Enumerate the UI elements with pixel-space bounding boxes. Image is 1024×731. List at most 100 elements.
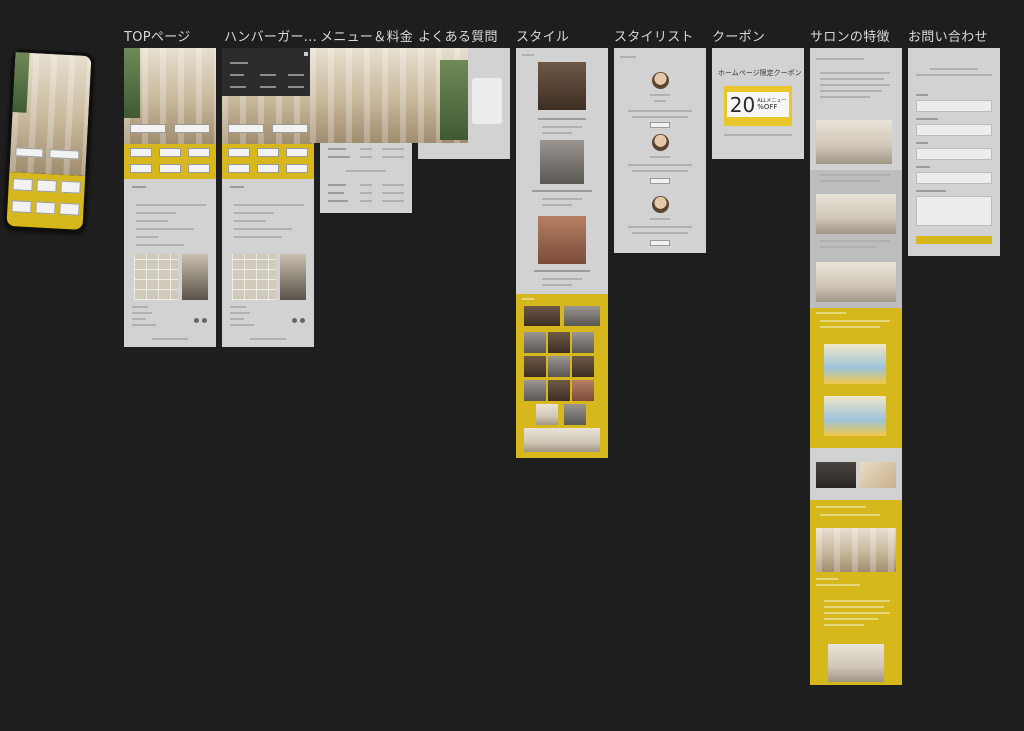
hamburger-hero-button[interactable] [228,124,264,133]
gallery-thumbnail[interactable] [548,380,570,401]
hamburger-nav-button[interactable] [286,164,308,173]
frame-contact[interactable] [908,48,1000,256]
top-nav-button[interactable] [159,148,181,157]
hamburger-menu-item[interactable] [260,86,276,88]
hamburger-menu-item[interactable] [230,86,246,88]
frame-label-menu[interactable]: メニュー＆料金 [320,26,413,45]
hamburger-nav-button[interactable] [257,164,279,173]
frame-features[interactable] [810,48,902,685]
phone-mockup [3,48,95,234]
hamburger-nav-button[interactable] [286,148,308,157]
gallery-thumbnail[interactable] [548,332,570,353]
gallery-thumbnail[interactable] [524,380,546,401]
frame-label-contact[interactable]: お問い合わせ [908,26,988,45]
contact-address-field[interactable] [916,148,992,160]
top-nav-button[interactable] [188,164,210,173]
frame-style[interactable] [516,48,608,458]
frame-label-style[interactable]: スタイル [516,26,569,45]
frame-label-features[interactable]: サロンの特徴 [810,26,890,45]
contact-email-field[interactable] [916,124,992,136]
hamburger-menu-item[interactable] [288,74,304,76]
top-nav-button[interactable] [130,148,152,157]
top-nav-button[interactable] [130,164,152,173]
top-hero-button-contact[interactable] [174,124,210,133]
line-icon[interactable] [202,318,207,323]
phone-hero-button-2[interactable] [49,149,80,160]
frame-hamburger[interactable] [222,48,314,347]
hamburger-menu-overlay [222,48,312,96]
phone-hero-button-1[interactable] [15,147,44,158]
top-address-line [132,318,146,320]
hamburger-menu-item[interactable] [260,74,276,76]
coupon-card[interactable]: 20 ALLメニュー %OFF [724,86,792,126]
gallery-thumbnail[interactable] [564,306,600,326]
gallery-thumbnail[interactable] [572,332,594,353]
gallery-thumbnail[interactable] [524,356,546,377]
phone-nav-button[interactable] [35,201,56,215]
stylist-more-button[interactable] [650,178,670,184]
stylist-more-button[interactable] [650,240,670,246]
gallery-thumbnail[interactable] [564,404,586,425]
stylist-avatar[interactable] [652,134,669,151]
gallery-thumbnail[interactable] [572,380,594,401]
top-text-line [136,244,184,246]
line-icon[interactable] [300,318,305,323]
hamburger-menu-item[interactable] [230,74,244,76]
stylist-avatar[interactable] [652,196,669,213]
style-image-1[interactable] [538,62,586,110]
frame-stylist[interactable] [614,48,706,253]
gallery-thumbnail[interactable] [524,428,600,452]
stylist-avatar[interactable] [652,72,669,89]
top-text-line [136,204,206,206]
frame-label-faq[interactable]: よくある質問 [418,26,498,45]
hamburger-nav-button[interactable] [228,164,250,173]
close-icon[interactable] [304,52,308,56]
frame-label-stylist[interactable]: スタイリスト [614,26,694,45]
hamburger-section-heading [230,186,244,188]
hamburger-map-image[interactable] [232,254,276,300]
gallery-thumbnail[interactable] [524,332,546,353]
coupon-inner: 20 ALLメニュー %OFF [727,92,789,117]
phone-nav-button[interactable] [12,178,33,192]
hamburger-menu-item[interactable] [288,86,304,88]
frame-label-hamburger[interactable]: ハンバーガー... [224,26,317,45]
gallery-thumbnail[interactable] [536,404,558,425]
phone-nav-button[interactable] [59,202,80,216]
contact-intro [930,68,978,70]
hamburger-storefront-image [280,254,306,300]
frame-label-top[interactable]: TOPページ [124,26,191,45]
top-nav-button[interactable] [188,148,210,157]
menu-row [382,192,404,194]
gallery-thumbnail[interactable] [524,306,560,326]
gallery-thumbnail[interactable] [548,356,570,377]
features-heading [816,58,864,60]
hamburger-menu-item[interactable] [230,62,248,64]
hamburger-nav-button[interactable] [257,148,279,157]
contact-submit-button[interactable] [916,236,992,244]
contact-name-field[interactable] [916,100,992,112]
style-image-2[interactable] [540,140,584,184]
top-plant-image [124,48,140,118]
top-map-image[interactable] [134,254,178,300]
features-image-staff [816,194,896,234]
gallery-thumbnail[interactable] [572,356,594,377]
phone-nav-button[interactable] [60,180,81,194]
top-nav-button[interactable] [159,164,181,173]
hamburger-nav-button[interactable] [228,148,250,157]
faq-answer-card[interactable] [472,78,502,124]
contact-phone-field[interactable] [916,172,992,184]
menu-row [328,184,346,186]
phone-nav-button[interactable] [36,179,57,193]
instagram-icon[interactable] [292,318,297,323]
hamburger-hero-button[interactable] [272,124,308,133]
style-image-3[interactable] [538,216,586,264]
instagram-icon[interactable] [194,318,199,323]
frame-coupon[interactable]: ホームページ限定クーポン 20 ALLメニュー %OFF [712,48,804,159]
contact-message-field[interactable] [916,196,992,226]
phone-nav-button[interactable] [11,200,32,214]
features-image-kids-space [824,396,886,436]
frame-top[interactable] [124,48,216,347]
frame-label-coupon[interactable]: クーポン [712,26,765,45]
stylist-more-button[interactable] [650,122,670,128]
top-hero-button-reserve[interactable] [130,124,166,133]
